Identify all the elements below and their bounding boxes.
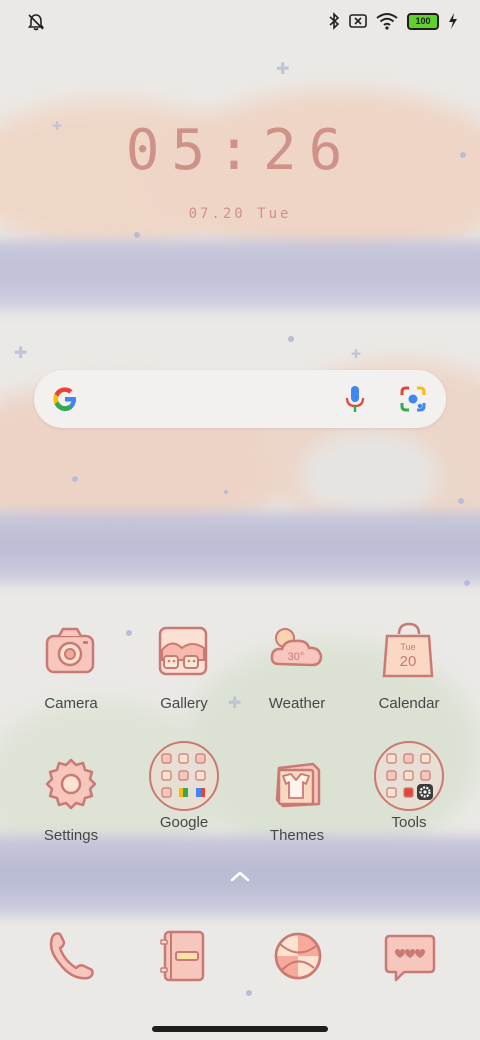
app-folder-tools[interactable]: Tools xyxy=(354,740,464,831)
app-camera[interactable]: Camera xyxy=(16,620,126,712)
bluetooth-icon xyxy=(329,12,340,30)
app-weather[interactable]: 30° Weather xyxy=(242,620,352,712)
app-label: Themes xyxy=(269,827,325,844)
gallery-icon xyxy=(158,626,208,676)
calendar-day: Tue xyxy=(400,642,415,652)
mic-icon[interactable] xyxy=(344,384,366,414)
no-sim-icon xyxy=(349,14,367,28)
app-calendar[interactable]: Tue 20 Calendar xyxy=(354,620,464,712)
google-folder-icon xyxy=(149,741,219,811)
camera-icon xyxy=(45,627,95,674)
battery-level: 100 xyxy=(415,15,431,26)
app-themes[interactable]: Themes xyxy=(242,752,352,844)
battery-icon: 100 xyxy=(407,12,439,30)
app-label: Tools xyxy=(391,814,427,831)
google-search-bar[interactable] xyxy=(34,370,446,428)
app-label: Calendar xyxy=(378,695,440,712)
lens-icon[interactable] xyxy=(400,386,426,412)
app-label: Google xyxy=(159,814,209,831)
weather-temperature: 30° xyxy=(288,651,305,663)
notifications-off-icon xyxy=(27,14,45,31)
phone-icon[interactable] xyxy=(40,924,104,988)
calendar-icon: Tue 20 xyxy=(382,622,434,678)
weather-icon: 30° xyxy=(270,628,323,667)
contacts-icon[interactable] xyxy=(152,924,216,988)
clock-time[interactable]: 05:26 xyxy=(0,118,480,183)
charging-bolt-icon xyxy=(449,13,457,29)
clock-date[interactable]: 07.20 Tue xyxy=(0,206,480,222)
wifi-icon xyxy=(376,13,398,30)
app-label: Settings xyxy=(43,827,99,844)
app-drawer-chevron-icon[interactable] xyxy=(228,868,252,884)
themes-icon xyxy=(275,762,321,808)
app-folder-google[interactable]: Google xyxy=(129,740,239,831)
app-label: Weather xyxy=(268,695,326,712)
gesture-navigation-bar[interactable] xyxy=(152,1026,328,1032)
settings-icon xyxy=(45,758,97,810)
app-gallery[interactable]: Gallery xyxy=(129,620,239,712)
calendar-date: 20 xyxy=(400,653,417,670)
app-label: Camera xyxy=(44,695,98,712)
app-settings[interactable]: Settings xyxy=(16,752,126,844)
browser-icon[interactable] xyxy=(266,924,330,988)
status-bar: 100 xyxy=(0,0,480,44)
tools-folder-icon xyxy=(374,741,444,811)
google-g-icon xyxy=(53,387,76,411)
gear-badge-icon xyxy=(417,784,433,800)
messages-icon[interactable] xyxy=(378,924,442,988)
app-label: Gallery xyxy=(160,695,208,712)
